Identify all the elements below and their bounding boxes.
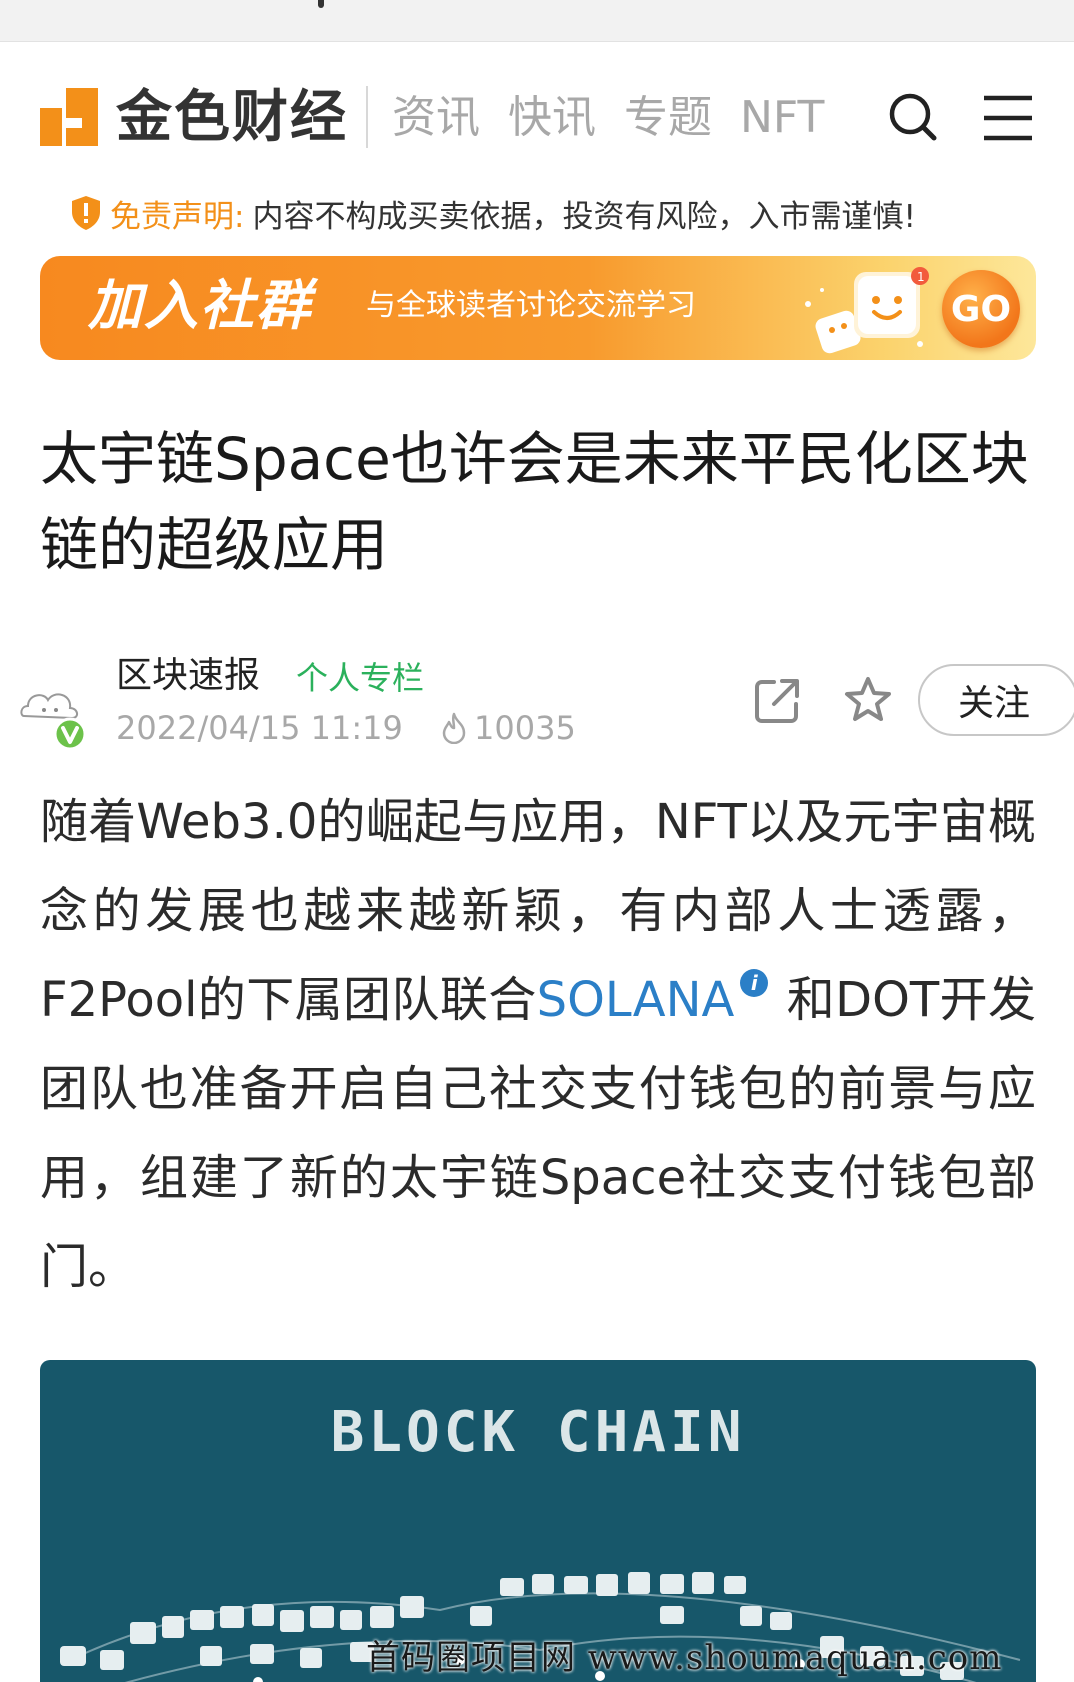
publish-date: 2022/04/15 11:19 [116,709,403,747]
banner-title: 加入社群 [88,274,312,337]
article-title: 太宇链Space也许会是未来平民化区块链的超级应用 [40,425,1029,579]
status-dot [318,0,324,8]
svg-text:1: 1 [917,270,925,284]
chat-mascot-icon: 1 [805,267,929,354]
nav-item-nft[interactable]: NFT [740,86,824,150]
header-divider [366,86,368,148]
author-column-tag: 个人专栏 [296,659,425,697]
share-icon[interactable] [752,676,802,726]
nav-item-topics[interactable]: 专题 [624,86,712,150]
follow-button[interactable]: 关注 [918,664,1074,736]
view-count: 10035 [440,706,576,750]
view-count-value: 10035 [474,709,576,747]
nav-item-news[interactable]: 资讯 [392,86,480,150]
join-community-banner[interactable]: 加入社群 与全球读者讨论交流学习 1 GO [40,256,1036,360]
go-button[interactable]: GO [942,270,1020,348]
author-bar: 区块速报 个人专栏 2022/04/15 11:19 10035 关注 [0,648,1074,758]
nav-item-flash[interactable]: 快讯 [508,86,596,150]
solana-link[interactable]: SOLANA [537,972,735,1028]
article-body: 随着Web3.0的崛起与应用，NFT以及元宇宙概念的发展也越来越新颖，有内部人士… [40,778,1036,1312]
status-bar [0,0,1074,42]
brand-name[interactable]: 金色财经 [116,86,348,150]
disclaimer-text: 内容不构成买卖依据，投资有风险，入市需谨慎! [252,198,916,235]
brand-logo-icon[interactable] [40,88,98,146]
flame-icon [442,712,466,744]
disclaimer-bar: 免责声明: 内容不构成买卖依据，投资有风险，入市需谨慎! [70,188,916,238]
shield-icon [72,196,100,230]
banner-subtitle: 与全球读者讨论交流学习 [366,288,696,323]
star-icon[interactable] [842,674,894,726]
menu-icon[interactable] [978,88,1038,148]
disclaimer-label: 免责声明: [110,198,245,235]
author-name[interactable]: 区块速报 [116,652,260,700]
top-nav: 资讯 快讯 专题 NFT [392,86,824,150]
site-watermark: 首码圈项目网 www.shoumaquan.com [366,1638,1003,1678]
search-icon[interactable] [884,88,944,148]
author-avatar[interactable] [18,676,92,750]
site-header: 金色财经 资讯 快讯 专题 NFT [0,42,1074,192]
info-icon[interactable]: i [740,969,769,997]
